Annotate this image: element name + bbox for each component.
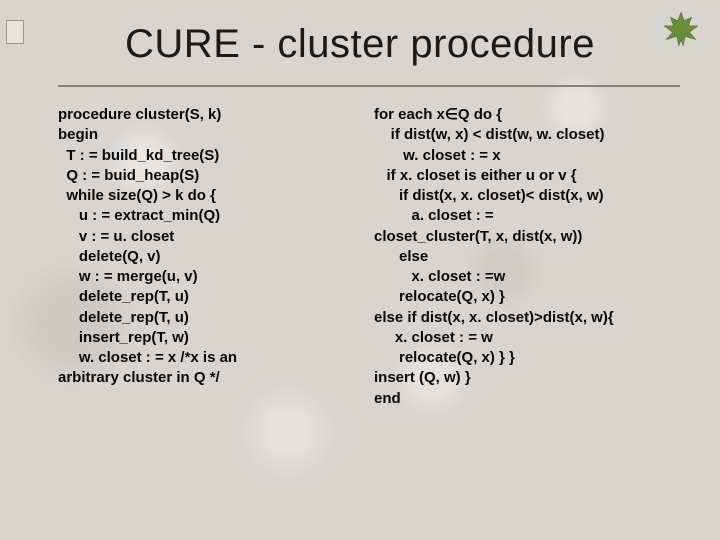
code-left-column: procedure cluster(S, k) begin T : = buil… [58,105,338,409]
page-fold-marker [6,20,24,44]
title-divider [58,85,680,87]
maple-leaf-icon [660,8,702,50]
code-content: procedure cluster(S, k) begin T : = buil… [0,105,720,409]
slide-title: CURE - cluster procedure [0,0,720,85]
code-right-column: for each x∈Q do { if dist(w, x) < dist(w… [374,105,700,409]
